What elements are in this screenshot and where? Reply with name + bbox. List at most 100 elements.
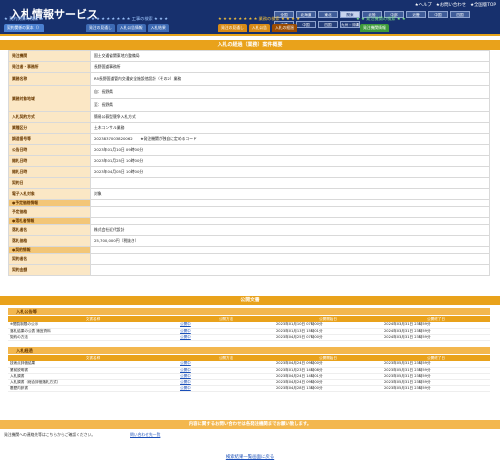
group-title: ★ ★ ★ ★ ★ ★ ★ ★ 業務の検索 ★ ★ ★ ★	[218, 16, 300, 21]
table-row: 入札契約方式 簡易公募型競争入札方式	[8, 111, 490, 123]
doc-table-announce: 文書名称 公開方法 公開開始日 公開終了日 ※閲覧制限の公示 公開中 2023年…	[8, 316, 490, 341]
doc-section-title: 入札公告等	[8, 308, 490, 315]
back-to-results-link[interactable]: 検索結果一覧画面に戻る	[0, 454, 500, 460]
contact-list-link[interactable]: 問い合わせ先一覧	[130, 432, 160, 438]
table-row: 落札者名 株式会社近代設計	[8, 224, 490, 236]
row-label: 業務名称	[8, 72, 91, 86]
doc-section-title: 入札経過	[8, 347, 490, 354]
section-filler	[90, 217, 490, 225]
nav-tab[interactable]: 契約関係の案本（）	[4, 24, 45, 32]
group-title: ★ ★ 発注機関の検索 ★ ★	[356, 16, 406, 21]
row-value	[90, 206, 490, 218]
row-value: 2023837003820062 ★発注機関が独自に定めるコード	[90, 133, 490, 145]
row-value: 2023年04月05日 10時00分	[90, 166, 490, 178]
nav-tab[interactable]: 入札公告	[248, 24, 270, 32]
contact-banner: 内容に関するお問い合わせは各発注機関までお願い致します。	[0, 420, 500, 429]
row-label: 契約日	[8, 177, 91, 189]
row-value	[90, 177, 490, 189]
table-row: 契約者名	[8, 253, 490, 265]
region-tab[interactable]: 九州・沖縄	[340, 21, 360, 28]
section-row: ●契約情報	[8, 246, 490, 254]
group-title: ★ ★ ★ ★ ★ ★ ★ ★ ★ 工事の検索 ★ ★ ★	[86, 16, 168, 21]
row-label: 発注機関	[8, 50, 91, 62]
region-tab[interactable]: 四国	[318, 21, 338, 28]
doc-start: 2023年04月28日 13時00分	[274, 385, 382, 392]
row-value: 簡易公募型競争入札方式	[90, 111, 490, 123]
table-row: 業務対象地域 自：長野県	[8, 85, 490, 112]
row-label: 開札日時	[8, 166, 91, 178]
row-value: 2023年01月25日 10時00分	[90, 155, 490, 167]
section-row: ●予定価格情報	[8, 199, 490, 207]
contact-note: 発注機関への連絡先等はこちらからご確認ください。	[4, 432, 96, 437]
table-row: 調達番号等 2023837003820062 ★発注機関が独自に定めるコード	[8, 133, 490, 145]
row-label: 入札契約方式	[8, 111, 91, 123]
row-label: 公告日時	[8, 144, 91, 156]
row-label: 落札者名	[8, 224, 91, 236]
contact-link-top[interactable]: ★お問い合わせ	[436, 2, 466, 8]
row-value: 至：長野県	[90, 98, 490, 112]
row-label: 落札価格	[8, 235, 91, 247]
table-row: 契約日	[8, 177, 490, 189]
table-row: 業務名称 R5長野国道管内交通安全施設他設計（その2）業務	[8, 72, 490, 86]
doc-table-progress: 文書名称 公開方法 公開開始日 公開終了日 技術点評価結果 公開中 2023年0…	[8, 355, 490, 392]
region-tab[interactable]: 中国	[296, 21, 316, 28]
row-value: 2023年01月10日 09時00分	[90, 144, 490, 156]
table-row: 開札日時 2023年01月25日 10時00分	[8, 155, 490, 167]
row-value	[90, 253, 490, 265]
nav-tab[interactable]: 入札結果	[147, 24, 169, 32]
docs-title: 公開文書	[0, 296, 500, 305]
table-row: 業種区分 土木コンサル業務	[8, 122, 490, 134]
doc-open-link[interactable]: 公開中	[178, 385, 274, 392]
row-value: 国土交通省関東地方整備局	[90, 50, 490, 62]
table-row: 契約金額	[8, 264, 490, 276]
region-tab[interactable]: 四国	[450, 11, 470, 18]
row-value: 株式会社近代設計	[90, 224, 490, 236]
table-row: 履歴内訳書 公開中 2023年04月28日 13時00分 2023年05月31日…	[8, 385, 490, 392]
row-value: 土木コンサル業務	[90, 122, 490, 134]
table-row: 公告日時 2023年01月10日 09時00分	[8, 144, 490, 156]
doc-name: 履歴内訳書	[8, 385, 178, 392]
region-tab[interactable]: 東北	[318, 11, 338, 18]
row-label: 契約者名	[8, 253, 91, 265]
summary-table: 発注機関 国土交通省関東地方整備局 発注者・事務所 長野国道事務所 業務名称 R5長野…	[8, 50, 490, 276]
row-label: 契約金額	[8, 264, 91, 276]
section-label: ●契約情報	[8, 246, 91, 254]
section-label: ●予定価格情報	[8, 199, 91, 207]
row-value: R5長野国道管内交通安全施設他設計（その2）業務	[90, 72, 490, 86]
summary-title: 入札の経過（業務）案件概要	[0, 40, 500, 50]
doc-name: 契約の方法	[8, 334, 178, 341]
group-title: ★ 契約関係の検索 ★	[4, 16, 44, 21]
table-row: 開札日時 2023年04月05日 10時00分	[8, 166, 490, 178]
nav-tab-active[interactable]: 入札の経過	[271, 24, 297, 32]
service-search-group: ★ ★ ★ ★ ★ ★ ★ ★ 業務の検索 ★ ★ ★ ★ 発注の見通し 入札公…	[218, 16, 300, 32]
row-value: 長野国道事務所	[90, 61, 490, 73]
table-row: 契約の方法 公開中 2023年04月25日 07時00分 2024年03月31日…	[8, 334, 490, 341]
row-value: 25,700,000円（税抜き）	[90, 235, 490, 247]
nav-tab[interactable]: 入札公告情報	[116, 24, 146, 32]
doc-end: 2023年05月31日 23時59分	[382, 385, 490, 392]
doc-end: 2024年03月31日 23時59分	[382, 334, 490, 341]
section-label: ●落札者情報	[8, 217, 91, 225]
row-label: 開札日時	[8, 155, 91, 167]
help-link[interactable]: ★ヘルプ	[415, 2, 432, 8]
row-label: 業務対象地域	[8, 85, 91, 112]
table-row: 電子入札対象 対象	[8, 188, 490, 200]
region-tab[interactable]: 近畿	[406, 11, 426, 18]
table-row: 発注機関 国土交通省関東地方整備局	[8, 50, 490, 62]
doc-open-link[interactable]: 公開中	[178, 334, 274, 341]
table-row: 予定価格	[8, 206, 490, 218]
nav-tab[interactable]: 発注の見通し	[218, 24, 247, 32]
nav-tab[interactable]: 発注の見通し	[86, 24, 115, 32]
nav-tab[interactable]: 発注機関情報	[360, 24, 389, 32]
section-filler	[90, 199, 490, 207]
header: 入札情報サービス ★ヘルプ ★お問い合わせ ★全国版TOP 全国 北海道 東北 …	[0, 0, 500, 36]
section-filler	[90, 246, 490, 254]
row-value: 自：長野県	[90, 85, 490, 99]
contract-search-group: ★ 契約関係の検索 ★ 契約関係の案本（）	[4, 16, 45, 32]
table-row: 発注者・事務所 長野国道事務所	[8, 61, 490, 73]
agency-search-group: ★ ★ 発注機関の検索 ★ ★ 発注機関情報	[356, 16, 406, 32]
top-links: ★ヘルプ ★お問い合わせ ★全国版TOP	[415, 2, 496, 8]
row-value	[90, 264, 490, 276]
region-tab[interactable]: 中国	[428, 11, 448, 18]
national-top-link[interactable]: ★全国版TOP	[470, 2, 496, 8]
